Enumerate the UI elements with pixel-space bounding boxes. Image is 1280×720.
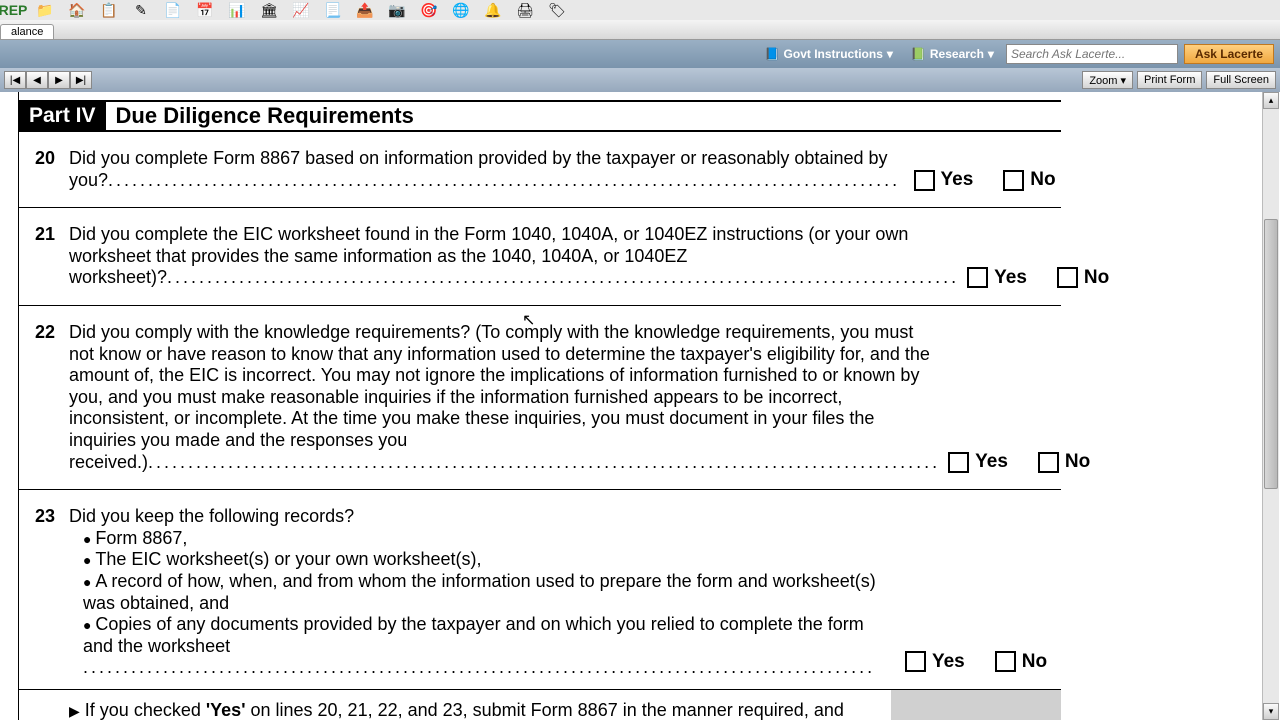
research-label: Research <box>930 47 984 61</box>
research-icon: 📗 <box>911 47 926 61</box>
bell-icon[interactable]: 🔔 <box>484 1 502 19</box>
q22-no-checkbox[interactable] <box>1038 452 1059 473</box>
part-header: Part IV Due Diligence Requirements <box>19 100 1061 132</box>
arrow-icon: ▶ <box>69 703 80 719</box>
chart-icon[interactable]: 📊 <box>228 1 246 19</box>
vertical-scrollbar[interactable]: ▴ ▾ <box>1262 92 1279 720</box>
no-label: No <box>1084 267 1109 289</box>
calendar-icon[interactable]: 📅 <box>196 1 214 19</box>
question-21-row: 21 Did you complete the EIC worksheet fo… <box>19 208 1061 306</box>
scroll-track[interactable] <box>1263 109 1279 703</box>
nav-last-button[interactable]: ▶| <box>70 71 92 89</box>
question-23-row: 23 Did you keep the following records? F… <box>19 490 1061 690</box>
q21-yes-checkbox[interactable] <box>967 267 988 288</box>
q23-number: 23 <box>19 506 69 679</box>
research-button[interactable]: 📗 Research ▾ <box>905 45 1000 63</box>
form-viewport: Part IV Due Diligence Requirements 20 Di… <box>0 92 1280 720</box>
tab-balance[interactable]: alance <box>0 24 54 39</box>
rep-icon[interactable]: REP <box>4 1 22 19</box>
scroll-down-button[interactable]: ▾ <box>1263 703 1279 720</box>
chevron-down-icon: ▾ <box>887 47 893 61</box>
q23-yes-checkbox[interactable] <box>905 651 926 672</box>
doc-icon[interactable]: 📄 <box>164 1 182 19</box>
no-label: No <box>1022 651 1047 673</box>
govt-instructions-button[interactable]: 📘 Govt Instructions ▾ <box>759 45 899 63</box>
print-form-button[interactable]: Print Form <box>1137 71 1202 89</box>
part-label: Part IV <box>19 102 106 130</box>
search-input[interactable] <box>1006 44 1178 64</box>
notes-row: ▶ If you checked 'Yes' on lines 20, 21, … <box>19 690 1061 720</box>
q22-yes-checkbox[interactable] <box>948 452 969 473</box>
notes-icon[interactable]: 📋 <box>100 1 118 19</box>
part-title: Due Diligence Requirements <box>106 102 414 130</box>
question-20-row: 20 Did you complete Form 8867 based on i… <box>19 132 1061 208</box>
chevron-down-icon: ▾ <box>988 47 994 61</box>
tab-strip: alance <box>0 20 1280 40</box>
govt-icon: 📘 <box>765 47 780 61</box>
nav-first-button[interactable]: |◀ <box>4 71 26 89</box>
q23-bullet-1: Form 8867, <box>83 528 883 550</box>
q20-yes-checkbox[interactable] <box>914 170 935 191</box>
folder-icon[interactable]: 📁 <box>36 1 54 19</box>
yes-label: Yes <box>941 169 974 191</box>
house2-icon[interactable]: 🏛 <box>260 1 278 19</box>
no-label: No <box>1065 451 1090 473</box>
q23-text: Did you keep the following records? Form… <box>69 506 883 679</box>
action-bar: 📘 Govt Instructions ▾ 📗 Research ▾ Ask L… <box>0 40 1280 68</box>
printer-icon[interactable]: 🖨 <box>516 1 534 19</box>
q23-bullet-2: The EIC worksheet(s) or your own workshe… <box>83 549 883 571</box>
q21-no-checkbox[interactable] <box>1057 267 1078 288</box>
q22-number: 22 <box>19 322 69 473</box>
send-icon[interactable]: 📤 <box>356 1 374 19</box>
q23-bullet-4: Copies of any documents provided by the … <box>83 614 883 679</box>
q23-bullet-3: A record of how, when, and from whom the… <box>83 571 883 614</box>
yes-label: Yes <box>975 451 1008 473</box>
q22-text: Did you comply with the knowledge requir… <box>69 322 940 473</box>
globe-icon[interactable]: 🌐 <box>452 1 470 19</box>
yes-label: Yes <box>994 267 1027 289</box>
scroll-thumb[interactable] <box>1264 219 1278 489</box>
q23-no-checkbox[interactable] <box>995 651 1016 672</box>
camera-icon[interactable]: 📷 <box>388 1 406 19</box>
govt-label: Govt Instructions <box>784 47 883 61</box>
flag-icon[interactable]: 🎯 <box>420 1 438 19</box>
yes-label: Yes <box>932 651 965 673</box>
greyed-answer-cell <box>891 690 1061 720</box>
yes-note: ▶ If you checked 'Yes' on lines 20, 21, … <box>69 700 883 720</box>
scroll-up-button[interactable]: ▴ <box>1263 92 1279 109</box>
question-22-row: 22 Did you comply with the knowledge req… <box>19 306 1061 490</box>
nav-next-button[interactable]: ▶ <box>48 71 70 89</box>
q21-number: 21 <box>19 224 69 289</box>
zoom-button[interactable]: Zoom ▾ <box>1082 71 1133 89</box>
nav-bar: |◀ ◀ ▶ ▶| Zoom ▾ Print Form Full Screen <box>0 68 1280 92</box>
house-icon[interactable]: 🏠 <box>68 1 86 19</box>
q21-text: Did you complete the EIC worksheet found… <box>69 224 959 289</box>
edit-icon[interactable]: ✎ <box>132 1 150 19</box>
nav-prev-button[interactable]: ◀ <box>26 71 48 89</box>
ask-lacerte-button[interactable]: Ask Lacerte <box>1184 44 1274 64</box>
main-toolbar: REP 📁 🏠 📋 ✎ 📄 📅 📊 🏛 📈 📃 📤 📷 🎯 🌐 🔔 🖨 🏷 <box>0 0 1280 20</box>
q20-number: 20 <box>19 148 69 191</box>
q20-text: Did you complete Form 8867 based on info… <box>69 148 900 191</box>
q20-no-checkbox[interactable] <box>1003 170 1024 191</box>
full-screen-button[interactable]: Full Screen <box>1206 71 1276 89</box>
bars-icon[interactable]: 📈 <box>292 1 310 19</box>
page-icon[interactable]: 📃 <box>324 1 342 19</box>
no-label: No <box>1030 169 1055 191</box>
tag-icon[interactable]: 🏷 <box>548 1 566 19</box>
